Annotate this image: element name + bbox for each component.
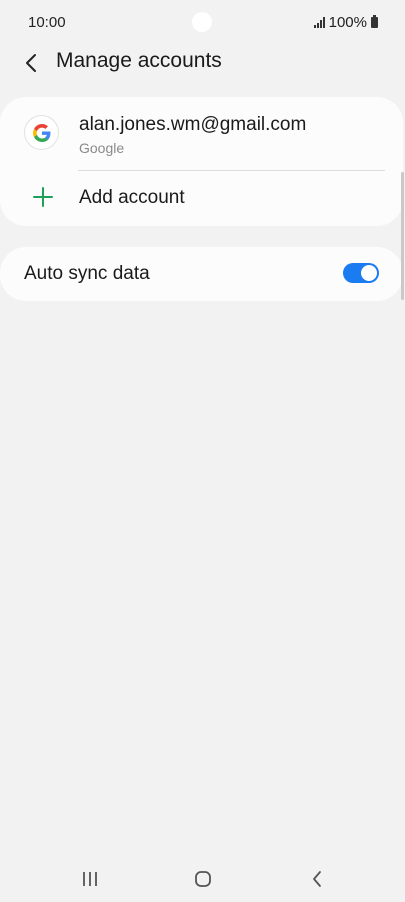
google-logo-icon	[24, 115, 59, 150]
back-button[interactable]	[16, 48, 46, 78]
camera-cutout	[192, 12, 212, 32]
battery-percent: 100%	[328, 14, 367, 31]
auto-sync-toggle[interactable]	[343, 263, 379, 283]
signal-icon	[313, 17, 325, 28]
add-account-button[interactable]: Add account	[0, 171, 403, 225]
chevron-left-icon	[26, 54, 36, 72]
account-email: alan.jones.wm@gmail.com	[79, 114, 307, 135]
nav-back-button[interactable]	[297, 864, 337, 894]
status-time: 10:00	[28, 14, 66, 31]
page-title: Manage accounts	[56, 49, 222, 72]
home-button[interactable]	[183, 864, 223, 894]
status-bar: 10:00 100%	[0, 0, 405, 44]
recents-button[interactable]	[70, 864, 110, 894]
status-indicators: 100%	[313, 14, 378, 31]
navigation-bar	[0, 854, 405, 902]
toggle-knob	[361, 265, 377, 281]
auto-sync-card[interactable]: Auto sync data	[0, 247, 403, 301]
scroll-indicator	[401, 172, 404, 300]
plus-icon	[33, 187, 53, 207]
account-type: Google	[79, 140, 125, 156]
add-account-label: Add account	[79, 187, 185, 208]
home-icon	[195, 871, 211, 887]
app-header: Manage accounts	[0, 40, 405, 84]
recents-icon	[83, 872, 97, 886]
account-item-google[interactable]: alan.jones.wm@gmail.com Google	[0, 97, 403, 169]
accounts-card: alan.jones.wm@gmail.com Google Add accou…	[0, 97, 403, 226]
battery-icon	[371, 15, 378, 28]
back-icon	[313, 871, 321, 887]
auto-sync-label: Auto sync data	[24, 263, 150, 284]
